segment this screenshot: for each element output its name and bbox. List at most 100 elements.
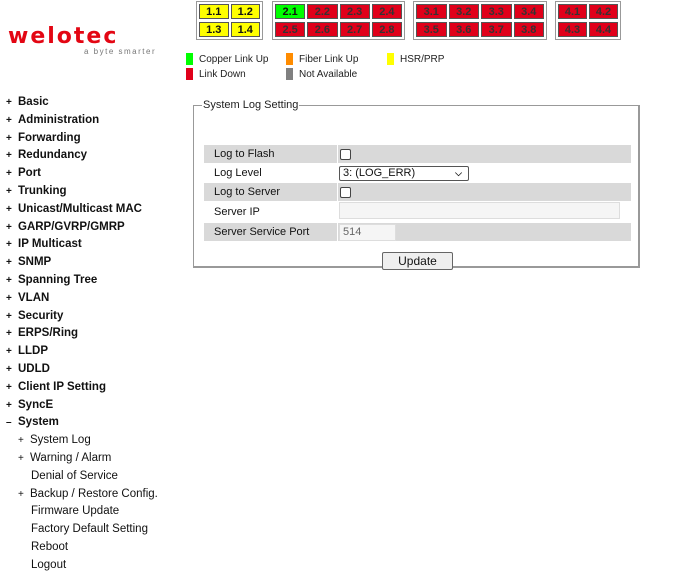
sidebar-item-label: SyncE (18, 398, 54, 411)
port-4-4[interactable]: 4.4 (589, 21, 618, 37)
port-2-8[interactable]: 2.8 (371, 21, 402, 37)
log-to-flash-checkbox[interactable] (340, 148, 351, 160)
port-2-7[interactable]: 2.7 (339, 21, 370, 37)
sidebar-item-label: Redundancy (18, 149, 88, 162)
expand-icon[interactable]: + (6, 343, 18, 361)
sidebar-item-system[interactable]: – System (6, 414, 158, 432)
sidebar-item-snmp[interactable]: + SNMP (6, 254, 158, 272)
port-4-1[interactable]: 4.1 (558, 4, 587, 19)
port-3-4[interactable]: 3.4 (513, 4, 544, 19)
sidebar-item-security[interactable]: + Security (6, 308, 158, 326)
port-4-3[interactable]: 4.3 (558, 21, 587, 37)
port-2-5[interactable]: 2.5 (275, 21, 306, 37)
port-2-4[interactable]: 2.4 (371, 4, 402, 19)
port-1-2[interactable]: 1.2 (230, 4, 260, 19)
sidebar-item-trunking[interactable]: + Trunking (6, 183, 158, 201)
port-2-1[interactable]: 2.1 (275, 4, 306, 19)
log-level-select[interactable]: 3: (LOG_ERR) ⌵ (339, 165, 469, 181)
expand-icon[interactable]: + (6, 397, 18, 415)
expand-icon[interactable]: + (6, 236, 18, 254)
expand-icon[interactable]: + (6, 201, 18, 219)
sidebar-item-label: Port (18, 167, 41, 180)
port-1-1[interactable]: 1.1 (199, 4, 229, 19)
port-3-5[interactable]: 3.5 (416, 21, 447, 37)
sidebar-subitem-firmware-update[interactable]: Firmware Update (6, 503, 158, 521)
port-3-6[interactable]: 3.6 (448, 21, 479, 37)
expand-icon[interactable]: + (6, 325, 18, 343)
expand-icon[interactable]: + (6, 147, 18, 165)
sidebar-item-basic[interactable]: + Basic (6, 94, 158, 112)
server-ip-input[interactable] (339, 202, 620, 219)
sidebar-item-label: SNMP (18, 256, 52, 269)
expand-icon[interactable]: + (6, 308, 18, 326)
sidebar-subitem-system-log[interactable]: + System Log (6, 432, 158, 450)
sidebar-subitem-label: System Log (30, 434, 91, 447)
expand-icon[interactable]: + (6, 379, 18, 397)
port-2-6[interactable]: 2.6 (307, 21, 338, 37)
legend-not-available: Not Available (286, 68, 357, 82)
sidebar-subitem-logout[interactable]: Logout (6, 557, 158, 575)
sidebar-item-spanning-tree[interactable]: + Spanning Tree (6, 272, 158, 290)
sidebar-item-redundancy[interactable]: + Redundancy (6, 147, 158, 165)
sidebar-subitem-backup-restore-config[interactable]: + Backup / Restore Config. (6, 486, 158, 504)
port-3-2[interactable]: 3.2 (448, 4, 479, 19)
port-2-2[interactable]: 2.2 (307, 4, 338, 19)
legend-label: Not Available (299, 69, 358, 80)
port-group-4: 4.1 4.2 4.3 4.4 (555, 1, 621, 40)
expand-icon[interactable]: + (6, 272, 18, 290)
sidebar-item-port[interactable]: + Port (6, 165, 158, 183)
sidebar-item-label: Unicast/Multicast MAC (18, 202, 142, 215)
port-3-1[interactable]: 3.1 (416, 4, 447, 19)
sidebar-subitem-label: Reboot (31, 540, 69, 553)
port-1-4[interactable]: 1.4 (230, 21, 260, 37)
sidebar-item-label: Spanning Tree (18, 273, 98, 286)
expand-icon[interactable]: + (6, 254, 18, 272)
sidebar-item-label: Security (18, 309, 64, 322)
expand-icon[interactable]: + (6, 112, 18, 130)
sidebar-item-forwarding[interactable]: + Forwarding (6, 130, 158, 148)
server-port-label: Server Service Port (204, 223, 338, 241)
port-1-3[interactable]: 1.3 (199, 21, 229, 37)
sidebar-item-label: LLDP (18, 345, 49, 358)
sidebar-item-label: ERPS/Ring (18, 327, 79, 340)
collapse-icon[interactable]: – (6, 414, 18, 432)
sidebar-item-lldp[interactable]: + LLDP (6, 343, 158, 361)
log-to-server-checkbox[interactable] (340, 186, 351, 198)
sidebar-item-synce[interactable]: + SyncE (6, 397, 158, 415)
sidebar-item-administration[interactable]: + Administration (6, 112, 158, 130)
sidebar-item-unicast-multicast-mac[interactable]: + Unicast/Multicast MAC (6, 201, 158, 219)
row-log-to-flash: Log to Flash (204, 145, 631, 163)
port-2-3[interactable]: 2.3 (339, 4, 370, 19)
sidebar-item-udld[interactable]: + UDLD (6, 361, 158, 379)
port-4-2[interactable]: 4.2 (589, 4, 618, 19)
server-port-input[interactable]: 514 (339, 223, 396, 241)
expand-icon[interactable]: + (6, 94, 18, 112)
expand-icon[interactable]: + (6, 290, 18, 308)
sidebar-subitem-denial-of-service[interactable]: Denial of Service (6, 468, 158, 486)
expand-icon[interactable]: + (6, 183, 18, 201)
expand-icon[interactable]: + (6, 219, 18, 237)
sidebar-item-garp-gvrp-gmrp[interactable]: + GARP/GVRP/GMRP (6, 219, 158, 237)
expand-icon[interactable]: + (18, 450, 30, 468)
row-log-to-server: Log to Server (204, 183, 631, 201)
expand-icon[interactable]: + (18, 486, 30, 504)
sidebar-item-vlan[interactable]: + VLAN (6, 290, 158, 308)
port-3-7[interactable]: 3.7 (481, 21, 512, 37)
sidebar-subitem-warning-alarm[interactable]: + Warning / Alarm (6, 450, 158, 468)
sidebar-item-erps-ring[interactable]: + ERPS/Ring (6, 325, 158, 343)
sidebar-subitem-reboot[interactable]: Reboot (6, 539, 158, 557)
port-3-8[interactable]: 3.8 (513, 21, 544, 37)
expand-icon[interactable]: + (6, 165, 18, 183)
expand-icon[interactable]: + (6, 361, 18, 379)
sidebar-item-label: System (18, 416, 59, 429)
legend-hsr-prp: HSR/PRP (387, 53, 444, 67)
sidebar-subitem-factory-default-setting[interactable]: Factory Default Setting (6, 521, 158, 539)
sidebar-item-ip-multicast[interactable]: + IP Multicast (6, 236, 158, 254)
sidebar-item-client-ip-setting[interactable]: + Client IP Setting (6, 379, 158, 397)
sidebar-item-label: Client IP Setting (18, 380, 106, 393)
update-button[interactable]: Update (382, 252, 453, 270)
port-3-3[interactable]: 3.3 (481, 4, 512, 19)
expand-icon[interactable]: + (18, 432, 30, 450)
sidebar-item-label: Forwarding (18, 131, 81, 144)
expand-icon[interactable]: + (6, 130, 18, 148)
